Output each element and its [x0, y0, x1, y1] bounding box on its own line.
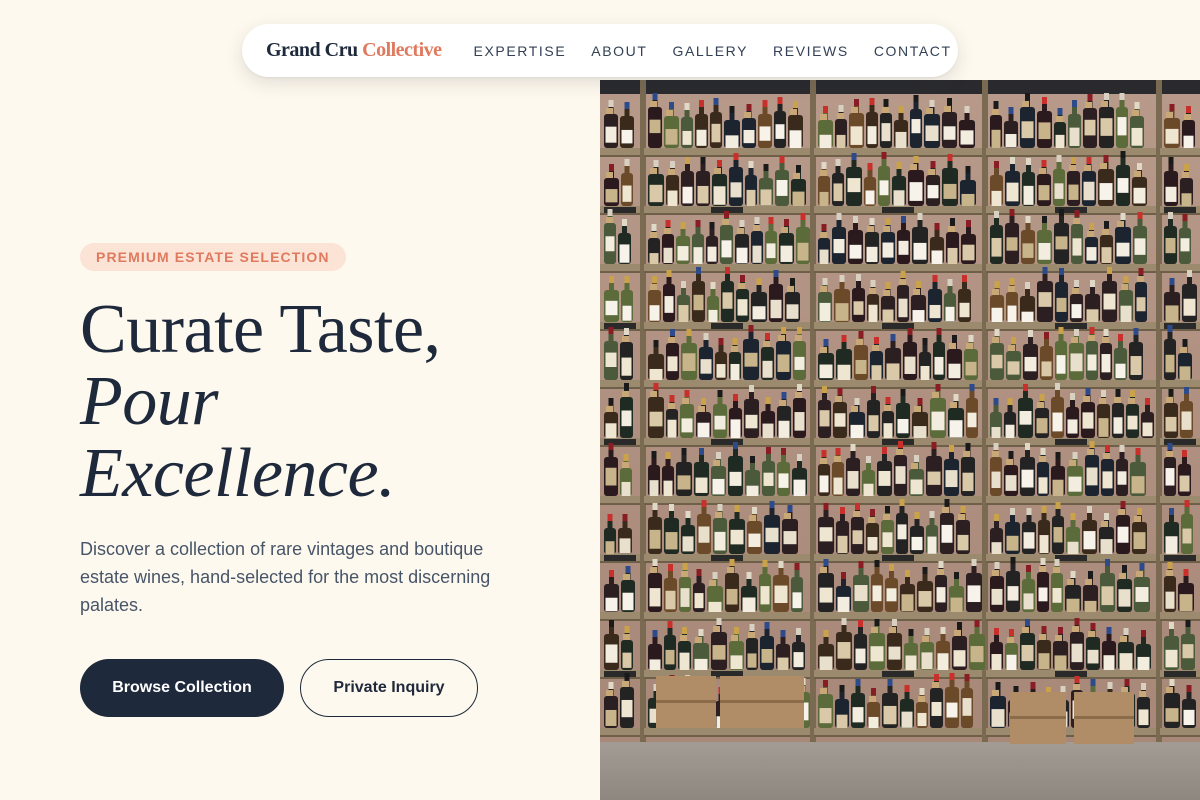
nav-link-contact[interactable]: CONTACT: [874, 43, 952, 59]
nav-link-reviews[interactable]: REVIEWS: [773, 43, 849, 59]
brand-name-accent: Collective: [362, 39, 442, 61]
hero-image-wine-shelves: [600, 80, 1200, 800]
wine-shelf-illustration: [600, 80, 1200, 800]
headline-line-1: Curate Taste,: [80, 291, 441, 368]
brand-name: Grand Cru: [266, 39, 358, 61]
nav-link-expertise[interactable]: EXPERTISE: [474, 43, 567, 59]
hero-description: Discover a collection of rare vintages a…: [80, 539, 491, 615]
hero-badge: PREMIUM ESTATE SELECTION: [80, 243, 346, 271]
headline-line-2: Pour: [80, 363, 218, 440]
headline-line-3: Excellence.: [80, 435, 396, 512]
nav-link-gallery[interactable]: GALLERY: [673, 43, 749, 59]
nav-link-about[interactable]: ABOUT: [591, 43, 647, 59]
browse-collection-button[interactable]: Browse Collection: [80, 659, 284, 717]
top-navigation: Grand Cru Collective EXPERTISE ABOUT GAL…: [242, 24, 958, 77]
brand-logo[interactable]: Grand Cru Collective: [266, 39, 442, 62]
hero-headline: Curate Taste, Pour Excellence.: [80, 294, 441, 510]
nav-links: EXPERTISE ABOUT GALLERY REVIEWS CONTACT: [474, 43, 952, 59]
private-inquiry-button[interactable]: Private Inquiry: [300, 659, 478, 717]
